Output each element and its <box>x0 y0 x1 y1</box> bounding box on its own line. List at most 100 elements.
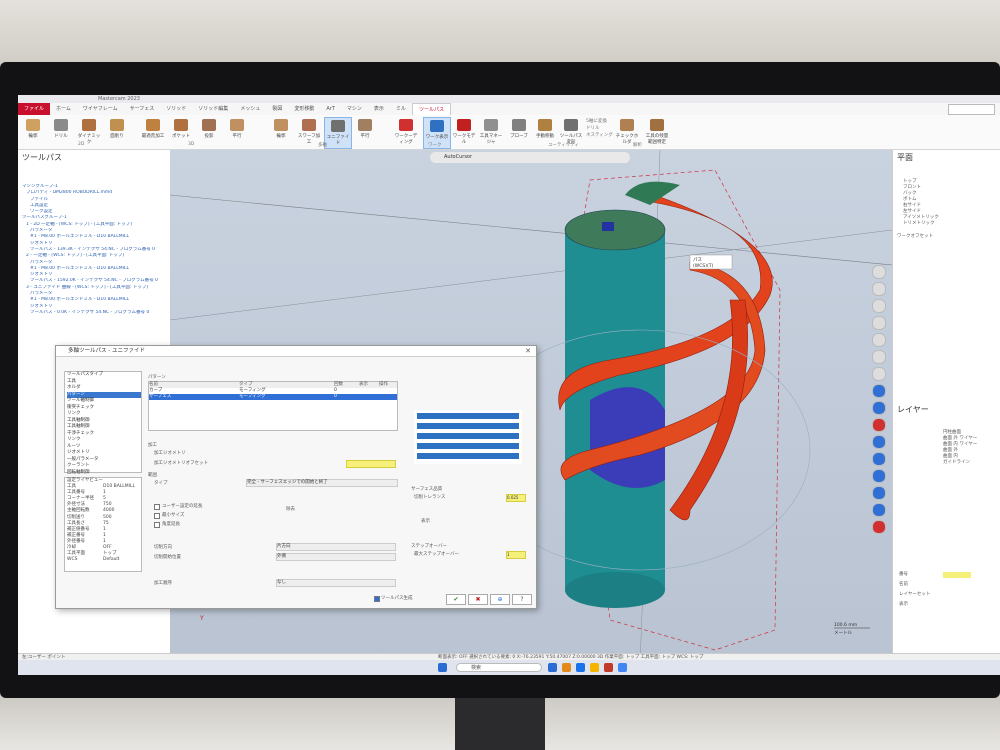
ribbon-group-4: ユーティリティ <box>548 143 579 148</box>
tab-10[interactable]: マシン <box>341 103 368 115</box>
ribbon-button-20[interactable]: 工具の残量範囲特定 <box>644 117 670 147</box>
ribbon-small-item-2[interactable]: ネスティング <box>586 132 613 138</box>
taskbar-app-icon[interactable] <box>590 663 599 672</box>
view-tool-button[interactable] <box>872 469 886 483</box>
ribbon-button-icon <box>457 119 471 131</box>
pattern-row[interactable]: サーフェス モーフィング 0 <box>149 394 397 400</box>
tree-item[interactable]: ツールパス - 0.0K - インデクサ 54.NC - プログラム番号 0 <box>22 310 168 316</box>
ribbon-button-12[interactable]: ワークーディング <box>393 117 419 147</box>
ribbon-button-14[interactable]: ワークモデル <box>451 117 477 147</box>
ribbon-button-3[interactable]: 面削り <box>104 117 130 147</box>
tab-3[interactable]: サーフェス <box>124 103 161 115</box>
tab-7[interactable]: 製図 <box>266 103 288 115</box>
props-value: D10 BALLMILL <box>103 484 136 490</box>
view-tool-button[interactable] <box>872 486 886 500</box>
tab-1[interactable]: ホーム <box>50 103 77 115</box>
work-offset-label: ワークオフセット <box>897 234 933 239</box>
view-tool-button[interactable] <box>872 503 886 517</box>
taskbar-app-icon[interactable] <box>548 663 557 672</box>
dialog-button-2[interactable]: ⊕ <box>490 594 510 605</box>
cut-tolerance-input[interactable]: 0.025 <box>506 494 526 502</box>
option-label: 角度延長 <box>162 522 180 527</box>
ribbon-button-icon <box>564 119 578 131</box>
dialog-button-1[interactable]: ✖ <box>468 594 488 605</box>
taskbar-search-input[interactable]: 検索 <box>456 663 542 672</box>
ribbon-button-15[interactable]: 工具マネージャ <box>478 117 504 147</box>
view-tool-button[interactable] <box>872 333 886 347</box>
ribbon-button-11[interactable]: 平行 <box>352 117 378 147</box>
ribbon-button-10[interactable]: ユニファイド <box>324 117 352 149</box>
windows-taskbar: 検索 <box>18 660 1000 675</box>
tab-6[interactable]: メッシュ <box>234 103 266 115</box>
layers-panel-title: レイヤー <box>897 405 929 414</box>
dialog-button-3[interactable]: ? <box>512 594 532 605</box>
feature-display-label: 表示 <box>421 519 430 524</box>
ribbon-button-1[interactable]: ドリル <box>48 117 74 147</box>
ribbon-button-icon <box>110 119 124 131</box>
ribbon-search-input[interactable] <box>948 104 995 115</box>
view-tool-button[interactable] <box>872 299 886 313</box>
taskbar-app-icon[interactable] <box>576 663 585 672</box>
option-checkbox[interactable] <box>154 504 160 510</box>
view-tool-button[interactable] <box>872 418 886 432</box>
plane-list: トップ フロント バック ボトム 右サイド 左サイド アイソメトリック トリメトリック <box>893 179 1000 227</box>
cut-start-select[interactable]: 外側 <box>276 553 396 561</box>
view-tool-button[interactable] <box>872 452 886 466</box>
ribbon-small-item-0[interactable]: 5軸に変換 <box>586 118 607 124</box>
taskbar-app-icon[interactable] <box>618 663 627 672</box>
dialog-tree-item[interactable]: 回転軸制御 <box>67 470 141 477</box>
cut-order-select[interactable]: 片方向 <box>276 543 396 551</box>
ribbon-button-8[interactable]: 輪郭 <box>268 117 294 147</box>
type-select[interactable]: 完全 - サーフェスエッジでの開始と終了 <box>246 479 398 487</box>
layer-item[interactable]: ガイドライン <box>943 460 977 466</box>
tab-2[interactable]: ワイヤフレーム <box>77 103 124 115</box>
ribbon-button-6[interactable]: 投影 <box>196 117 222 147</box>
layer-number-input[interactable] <box>943 572 971 578</box>
stock-offset-input[interactable] <box>346 460 396 468</box>
ribbon-button-icon <box>174 119 188 131</box>
view-tool-button[interactable] <box>872 520 886 534</box>
ribbon-small-item-1[interactable]: ドリル <box>586 125 600 131</box>
ribbon-button-7[interactable]: 平行 <box>224 117 250 147</box>
props-value: 750 <box>103 502 112 508</box>
view-tool-button[interactable] <box>872 401 886 415</box>
view-tool-button[interactable] <box>872 384 886 398</box>
option-checkbox[interactable] <box>154 522 160 528</box>
ribbon-button-icon <box>26 119 40 131</box>
tab-4[interactable]: ソリッド <box>160 103 192 115</box>
option-checkbox[interactable] <box>154 513 160 519</box>
start-icon[interactable] <box>438 663 447 672</box>
generate-toolpath-checkbox[interactable] <box>374 596 380 602</box>
unified-toolpath-dialog: 多軸ツールパス - ユニファイド ✕ ツールパスタイプ 工具 ホルダ パターン ツール軸… <box>55 345 537 609</box>
tab-9[interactable]: ArT <box>320 103 341 115</box>
view-tool-button[interactable] <box>872 367 886 381</box>
tree-item[interactable]: ツールパス - 1592.0K - インデクサ 54.NC - プログラム番号 … <box>22 278 168 284</box>
close-icon[interactable]: ✕ <box>525 347 531 355</box>
tab-0[interactable]: ファイル <box>18 103 51 115</box>
dialog-button-0[interactable]: ✔ <box>446 594 466 605</box>
ribbon-button-0[interactable]: 輪郭 <box>20 117 46 147</box>
view-tool-button[interactable] <box>872 435 886 449</box>
ribbon: 輪郭 ドリル ダイナミック 面削り 最適荒加工 ポケット 投影 平行 輪郭 スワーフ加工 ユニファイ… <box>18 115 1000 150</box>
ribbon-button-16[interactable]: プローブ <box>506 117 532 147</box>
view-tool-button[interactable] <box>872 316 886 330</box>
tab-11[interactable]: 表示 <box>368 103 390 115</box>
range-label: 範囲 <box>148 473 157 478</box>
view-tool-button[interactable] <box>872 265 886 279</box>
tab-5[interactable]: ソリッド編集 <box>192 103 234 115</box>
tab-13[interactable]: ツールパス <box>411 103 451 115</box>
planes-panel: 平面 トップ フロント バック ボトム 右サイド 左サイド アイソメトリック トリメトリック … <box>892 150 1000 665</box>
ribbon-button-label: 輪郭 <box>276 134 286 139</box>
taskbar-app-icon[interactable] <box>604 663 613 672</box>
sort-select[interactable]: なし <box>276 579 396 587</box>
taskbar-app-icon[interactable] <box>562 663 571 672</box>
view-tool-button[interactable] <box>872 282 886 296</box>
tab-12[interactable]: ミル <box>390 103 412 115</box>
max-stepover-input[interactable]: 1 <box>506 551 526 559</box>
ribbon-group-5: 解析 <box>633 143 642 148</box>
ribbon-button-icon <box>331 120 345 132</box>
view-tool-button[interactable] <box>872 350 886 364</box>
ribbon-button-4[interactable]: 最適荒加工 <box>140 117 166 147</box>
ribbon-button-label: 輪郭 <box>28 134 38 139</box>
tab-8[interactable]: 変形移動 <box>288 103 320 115</box>
